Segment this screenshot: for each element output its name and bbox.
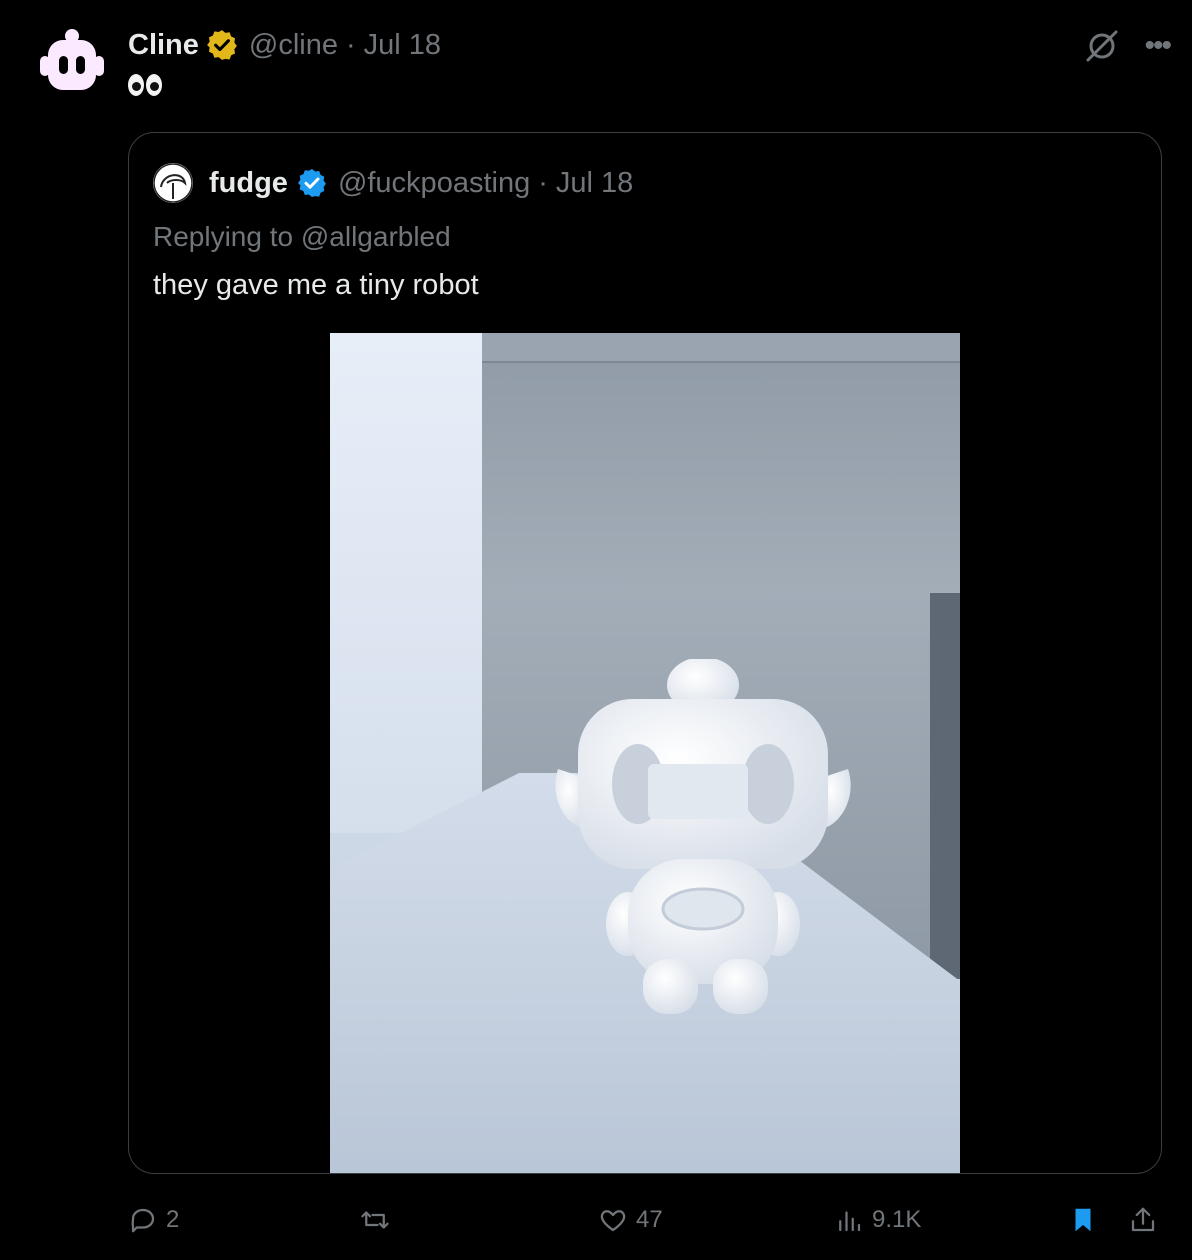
- author-name[interactable]: Cline: [128, 29, 199, 62]
- reply-button[interactable]: 2: [128, 1200, 179, 1240]
- fudge-avatar-icon: [153, 163, 193, 203]
- more-options-icon[interactable]: •••: [1144, 31, 1171, 61]
- tweet-header: Cline @cline · Jul 18: [128, 26, 441, 64]
- author-handle[interactable]: @cline: [249, 29, 338, 62]
- tweet-text: [128, 74, 162, 96]
- bookmark-icon: [1075, 1208, 1091, 1232]
- replying-to-label[interactable]: Replying to @allgarbled: [153, 221, 451, 253]
- views-button[interactable]: 9.1K: [834, 1200, 921, 1240]
- grok-icon[interactable]: [1082, 26, 1122, 66]
- quoted-tweet-header: fudge @fuckpoasting · Jul 18: [153, 163, 633, 203]
- share-icon: [1131, 1207, 1155, 1232]
- photo-wall: [330, 333, 490, 833]
- photo-box-lid: [482, 333, 960, 363]
- fudge-avatar[interactable]: [153, 163, 193, 203]
- views-icon: [839, 1211, 861, 1232]
- quoted-author-name[interactable]: fudge: [209, 167, 288, 200]
- verified-gold-badge-icon[interactable]: [205, 28, 239, 62]
- like-button[interactable]: 47: [598, 1200, 663, 1240]
- tweet-date[interactable]: Jul 18: [364, 29, 441, 62]
- heart-icon: [600, 1210, 626, 1232]
- repost-icon: [361, 1211, 389, 1229]
- photo-box-side: [930, 593, 960, 979]
- verified-blue-badge-icon[interactable]: [296, 167, 328, 199]
- view-count: 9.1K: [872, 1206, 922, 1233]
- bookmark-button[interactable]: [1068, 1200, 1098, 1240]
- tiny-robot-figure: [555, 659, 851, 1014]
- quoted-tweet-date[interactable]: Jul 18: [556, 167, 633, 200]
- share-button[interactable]: [1128, 1200, 1158, 1240]
- reply-count: 2: [166, 1206, 180, 1233]
- cline-avatar[interactable]: [36, 26, 108, 98]
- tweet-photo[interactable]: [330, 333, 960, 1173]
- quoted-separator-dot: ·: [538, 166, 548, 199]
- quoted-tweet-text: they gave me a tiny robot: [153, 269, 479, 301]
- repost-button[interactable]: [360, 1200, 390, 1240]
- reply-icon: [131, 1208, 155, 1233]
- eyes-emoji-icon: [128, 74, 162, 96]
- quoted-author-handle[interactable]: @fuckpoasting: [338, 167, 530, 200]
- cline-logo-icon: [40, 29, 104, 90]
- separator-dot: ·: [346, 28, 356, 61]
- like-count: 47: [636, 1206, 663, 1233]
- quoted-tweet[interactable]: fudge @fuckpoasting · Jul 18 Replying to…: [128, 132, 1162, 1174]
- tweet-action-bar: 2 47 9.1K: [128, 1200, 1164, 1240]
- tweet-top-actions: •••: [1082, 26, 1172, 66]
